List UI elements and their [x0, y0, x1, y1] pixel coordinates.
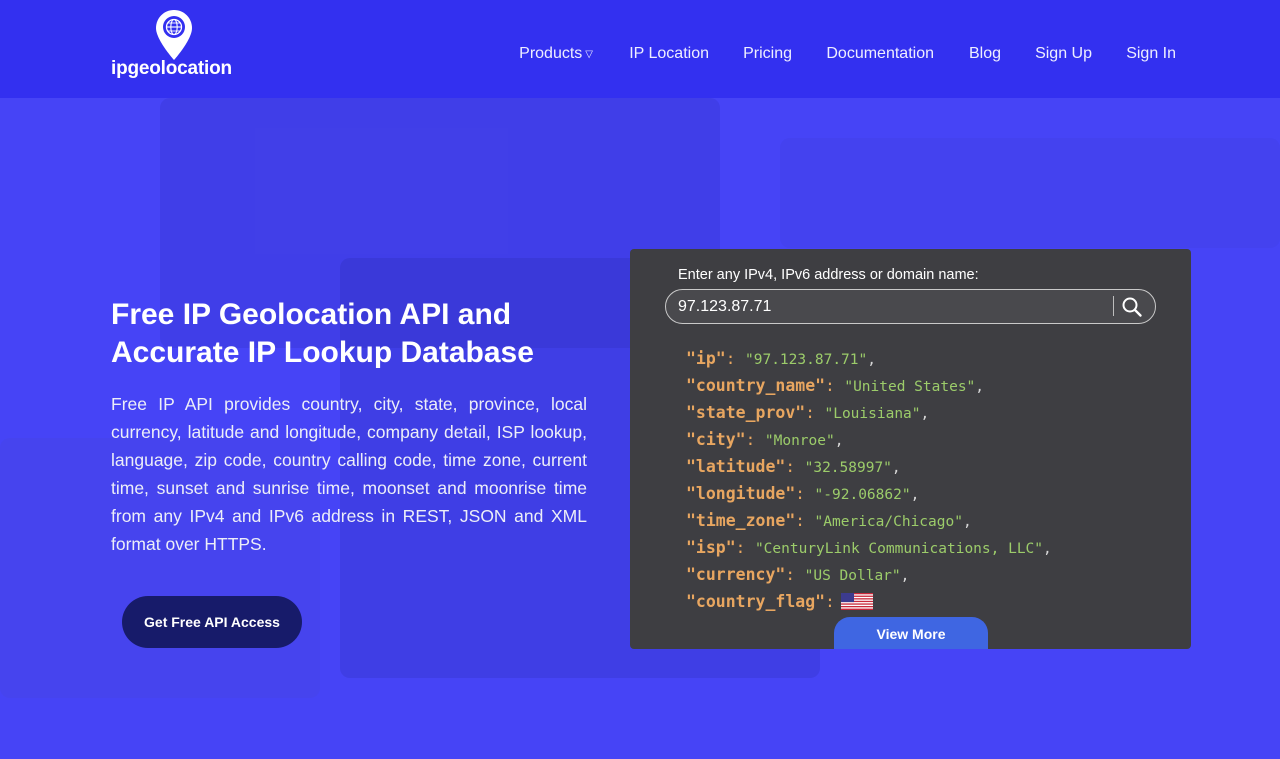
- search-divider: [1113, 296, 1114, 316]
- json-row-ip: "ip": "97.123.87.71",: [686, 349, 876, 368]
- json-key: "state_prov": [686, 403, 806, 422]
- json-row-isp: "isp": "CenturyLink Communications, LLC"…: [686, 538, 1052, 557]
- json-key: "country_flag": [686, 592, 826, 611]
- json-value: "32.58997": [804, 460, 892, 476]
- json-key: "country_name": [686, 376, 826, 395]
- ip-lookup-panel: Enter any IPv4, IPv6 address or domain n…: [630, 249, 1191, 649]
- json-row-latitude: "latitude": "32.58997",: [686, 457, 901, 476]
- nav-sign-in[interactable]: Sign In: [1126, 45, 1176, 63]
- ip-search-input[interactable]: [678, 290, 1098, 323]
- brand-logo[interactable]: ipgeolocation: [111, 9, 236, 81]
- nav-blog[interactable]: Blog: [969, 45, 1001, 63]
- nav-products[interactable]: Products ▽: [519, 45, 593, 63]
- nav-documentation[interactable]: Documentation: [826, 45, 934, 63]
- lookup-label: Enter any IPv4, IPv6 address or domain n…: [678, 267, 979, 283]
- hero-description: Free IP API provides country, city, stat…: [111, 394, 587, 554]
- json-key: "isp": [686, 538, 736, 557]
- nav-ip-location[interactable]: IP Location: [629, 45, 709, 63]
- json-value: "Monroe": [764, 433, 835, 449]
- hero-headline: Free IP Geolocation API and Accurate IP …: [111, 298, 534, 369]
- json-row-time-zone: "time_zone": "America/Chicago",: [686, 511, 972, 530]
- lookup-result-json: "ip": "97.123.87.71", "country_name": "U…: [686, 345, 1052, 615]
- json-row-country-flag: "country_flag":: [686, 588, 1052, 615]
- json-value: "-92.06862": [814, 487, 911, 503]
- caret-down-icon: ▽: [585, 49, 593, 60]
- us-flag-icon: [840, 593, 873, 610]
- json-key: "city": [686, 430, 746, 449]
- json-key: "ip": [686, 349, 726, 368]
- search-icon[interactable]: [1121, 296, 1143, 318]
- get-free-api-access-button[interactable]: Get Free API Access: [122, 596, 302, 648]
- nav-sign-up[interactable]: Sign Up: [1035, 45, 1092, 63]
- json-row-country-name: "country_name": "United States",: [686, 376, 985, 395]
- json-row-longitude: "longitude": "-92.06862",: [686, 484, 920, 503]
- json-value: "Louisiana": [824, 406, 921, 422]
- json-value: "America/Chicago": [814, 514, 963, 530]
- json-row-state-prov: "state_prov": "Louisiana",: [686, 403, 930, 422]
- nav-pricing[interactable]: Pricing: [743, 45, 792, 63]
- json-key: "latitude": [686, 457, 786, 476]
- json-value: "United States": [844, 379, 976, 395]
- json-row-currency: "currency": "US Dollar",: [686, 565, 910, 584]
- json-key: "longitude": [686, 484, 796, 503]
- brand-name: ipgeolocation: [111, 58, 232, 79]
- json-key: "currency": [686, 565, 786, 584]
- json-value: "97.123.87.71": [745, 352, 868, 368]
- view-more-button[interactable]: View More: [834, 617, 988, 649]
- json-value: "US Dollar": [804, 568, 901, 584]
- ip-search-box: [665, 289, 1156, 324]
- json-row-city: "city": "Monroe",: [686, 430, 844, 449]
- json-value: "CenturyLink Communications, LLC": [754, 541, 1044, 557]
- site-header: ipgeolocation Products ▽ IP Location Pric…: [0, 0, 1280, 98]
- nav-products-label: Products: [519, 45, 583, 62]
- map-pin-globe-icon: [156, 10, 192, 60]
- background-desk-shape: [780, 138, 1280, 248]
- json-key: "time_zone": [686, 511, 796, 530]
